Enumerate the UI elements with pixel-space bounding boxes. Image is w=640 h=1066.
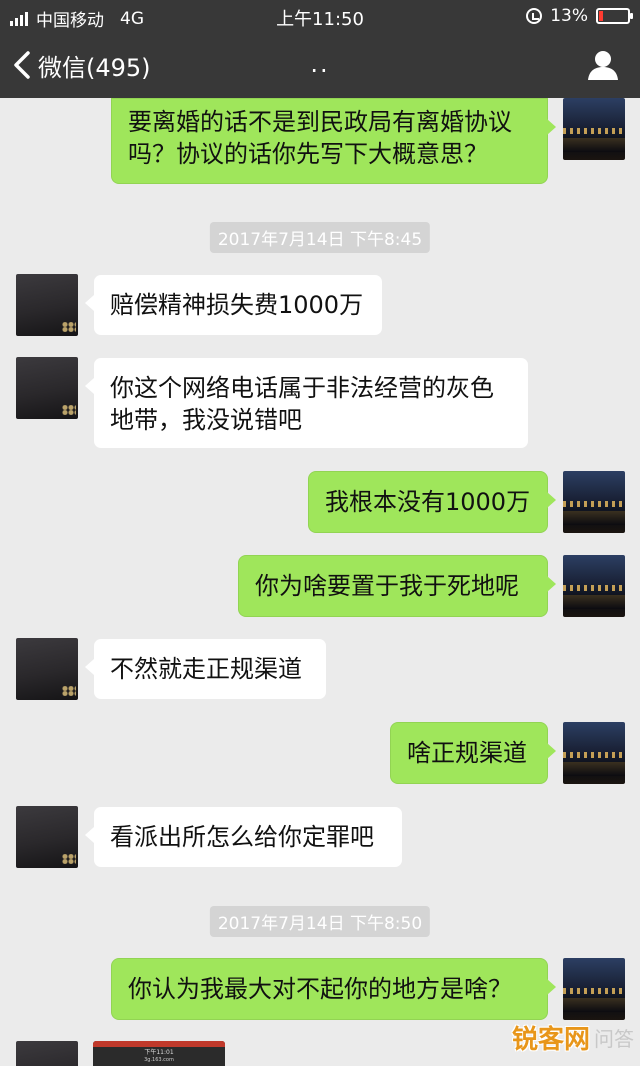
watermark-suffix: 问答 — [594, 1027, 634, 1051]
message-bubble[interactable]: 啥正规渠道 — [390, 722, 556, 784]
chat-title: .. — [310, 50, 330, 78]
rotation-lock-icon — [526, 8, 543, 24]
status-right: 13% — [526, 6, 633, 26]
self-avatar[interactable] — [563, 722, 625, 784]
profile-icon[interactable] — [586, 48, 620, 82]
battery-percent: 13% — [550, 6, 588, 26]
nav-bar: 微信(495) .. — [0, 32, 640, 98]
thumbnail-time: 下午11:01 — [144, 1049, 174, 1056]
contact-avatar[interactable] — [16, 357, 78, 419]
timestamp: 2017年7月14日 下午8:45 — [209, 222, 431, 253]
watermark: 锐客网 问答 — [512, 1019, 634, 1056]
message-bubble[interactable]: 我根本没有1000万 — [308, 471, 556, 533]
self-avatar[interactable] — [563, 471, 625, 533]
contact-avatar[interactable] — [16, 274, 78, 336]
contact-avatar[interactable] — [16, 638, 78, 700]
message-bubble[interactable]: 赔偿精神损失费1000万 — [85, 274, 383, 336]
thumbnail-url: 3g.163.com — [144, 1057, 174, 1063]
message-list[interactable]: 要离婚的话不是到民政局有离婚协议吗？协议的话你先写下大概意思？ 2017年7月1… — [0, 98, 640, 1066]
self-avatar[interactable] — [563, 958, 625, 1020]
message-bubble[interactable]: 你认为我最大对不起你的地方是啥？ — [111, 958, 556, 1020]
battery-icon — [596, 8, 633, 24]
contact-avatar[interactable] — [16, 806, 78, 868]
message-bubble[interactable]: 看派出所怎么给你定罪吧 — [85, 806, 403, 868]
image-message-thumbnail[interactable]: 下午11:01 3g.163.com — [93, 1041, 225, 1066]
message-bubble[interactable]: 不然就走正规渠道 — [85, 638, 327, 700]
timestamp: 2017年7月14日 下午8:50 — [209, 906, 431, 937]
message-bubble[interactable]: 要离婚的话不是到民政局有离婚协议吗？协议的话你先写下大概意思？ — [111, 98, 556, 184]
message-bubble[interactable]: 你这个网络电话属于非法经营的灰色地带，我没说错吧 — [85, 357, 529, 449]
self-avatar[interactable] — [563, 98, 625, 160]
message-bubble[interactable]: 你为啥要置于我于死地呢 — [238, 555, 556, 617]
self-avatar[interactable] — [563, 555, 625, 617]
contact-avatar[interactable] — [16, 1041, 78, 1066]
watermark-logo: 锐客网 — [511, 1025, 590, 1055]
status-bar: 中国移动 4G 上午11:50 13% — [0, 0, 640, 32]
